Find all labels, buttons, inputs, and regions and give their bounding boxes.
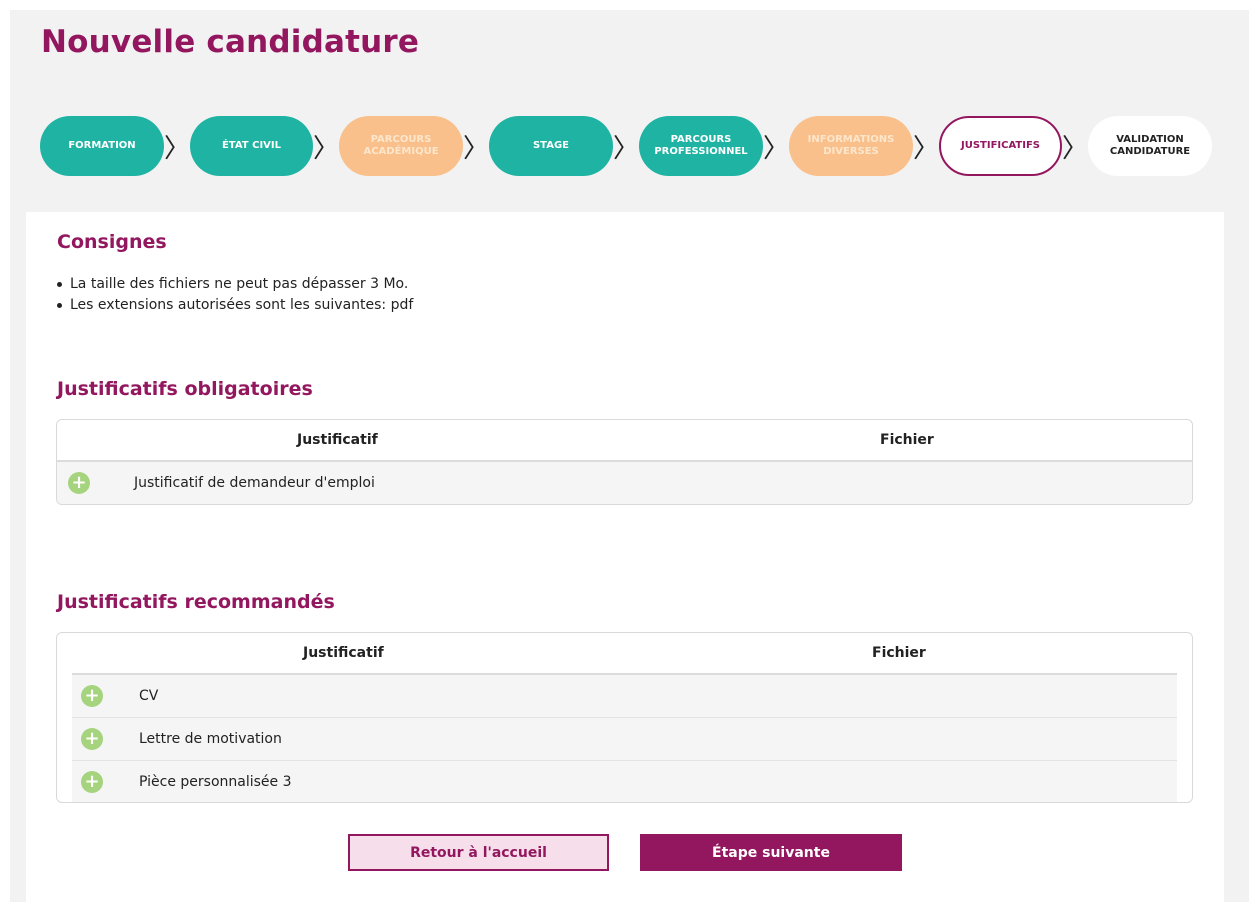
- consignes-title: Consignes: [57, 231, 167, 253]
- list-item: La taille des fichiers ne peut pas dépas…: [57, 274, 413, 295]
- mandatory-section-title: Justificatifs obligatoires: [57, 378, 313, 400]
- step-label: PROFESSIONNEL: [654, 146, 748, 157]
- list-item: Les extensions autorisées sont les suiva…: [57, 295, 413, 316]
- bullet-icon: [57, 282, 62, 287]
- step-label: PARCOURS: [670, 134, 732, 145]
- step-label: JUSTIFICATIFS: [960, 140, 1040, 151]
- table-header: Justificatif Fichier: [57, 420, 1192, 462]
- step-label: CANDIDATURE: [1109, 146, 1191, 157]
- page-title: Nouvelle candidature: [41, 24, 420, 60]
- step-label: VALIDATION: [1116, 134, 1184, 145]
- plus-circle-icon[interactable]: +: [81, 685, 103, 707]
- step-validation-candidature[interactable]: VALIDATION CANDIDATURE: [1088, 116, 1212, 176]
- step-parcours-academique[interactable]: PARCOURS ACADÉMIQUE: [339, 116, 463, 176]
- step-label: ACADÉMIQUE: [363, 146, 439, 157]
- step-label: DIVERSES: [823, 146, 879, 157]
- progress-stepper: FORMATION 〉 ÉTAT CIVIL 〉 PARCOURS ACADÉMI…: [40, 116, 1212, 176]
- step-stage[interactable]: STAGE: [489, 116, 613, 176]
- plus-circle-icon[interactable]: +: [81, 728, 103, 750]
- table-header: Justificatif Fichier: [72, 633, 1177, 675]
- step-etat-civil[interactable]: ÉTAT CIVIL: [190, 116, 313, 176]
- recommended-section-title: Justificatifs recommandés: [57, 591, 335, 613]
- bullet-icon: [57, 303, 62, 308]
- chevron-right-icon: 〉: [1062, 133, 1089, 164]
- step-label: ÉTAT CIVIL: [221, 140, 282, 151]
- chevron-right-icon: 〉: [613, 133, 640, 164]
- back-to-home-button[interactable]: Retour à l'accueil: [348, 834, 609, 871]
- document-label: Justificatif de demandeur d'emploi: [134, 475, 375, 491]
- step-parcours-professionnel[interactable]: PARCOURS PROFESSIONNEL: [639, 116, 763, 176]
- document-label: Pièce personnalisée 3: [139, 774, 292, 790]
- column-header-justificatif: Justificatif: [297, 432, 378, 448]
- plus-circle-icon[interactable]: +: [81, 771, 103, 793]
- consignes-list: La taille des fichiers ne peut pas dépas…: [57, 274, 413, 316]
- mandatory-table: Justificatif Fichier + Justificatif de d…: [56, 419, 1193, 505]
- step-justificatifs[interactable]: JUSTIFICATIFS: [939, 116, 1062, 176]
- step-formation[interactable]: FORMATION: [40, 116, 164, 176]
- step-label: STAGE: [532, 140, 570, 151]
- chevron-right-icon: 〉: [313, 133, 340, 164]
- recommended-table-inner: Justificatif Fichier + CV + Lettre de mo…: [72, 633, 1177, 802]
- step-informations-diverses[interactable]: INFORMATIONS DIVERSES: [789, 116, 913, 176]
- consigne-text: Les extensions autorisées sont les suiva…: [70, 297, 414, 313]
- table-row: + Lettre de motivation: [72, 718, 1177, 761]
- next-step-button[interactable]: Étape suivante: [640, 834, 902, 871]
- consigne-text: La taille des fichiers ne peut pas dépas…: [70, 276, 409, 292]
- step-label: PARCOURS: [370, 134, 432, 145]
- table-row: + CV: [72, 675, 1177, 718]
- document-label: CV: [139, 688, 159, 704]
- chevron-right-icon: 〉: [913, 133, 940, 164]
- table-row: + Justificatif de demandeur d'emploi: [57, 462, 1192, 504]
- step-label: FORMATION: [68, 140, 136, 151]
- chevron-right-icon: 〉: [463, 133, 490, 164]
- chevron-right-icon: 〉: [763, 133, 790, 164]
- document-label: Lettre de motivation: [139, 731, 282, 747]
- plus-circle-icon[interactable]: +: [68, 472, 90, 494]
- column-header-justificatif: Justificatif: [303, 645, 384, 661]
- column-header-fichier: Fichier: [880, 432, 934, 448]
- step-label: INFORMATIONS: [807, 134, 895, 145]
- recommended-table: Justificatif Fichier + CV + Lettre de mo…: [56, 632, 1193, 803]
- table-row: + Pièce personnalisée 3: [72, 761, 1177, 802]
- column-header-fichier: Fichier: [872, 645, 926, 661]
- chevron-right-icon: 〉: [164, 133, 191, 164]
